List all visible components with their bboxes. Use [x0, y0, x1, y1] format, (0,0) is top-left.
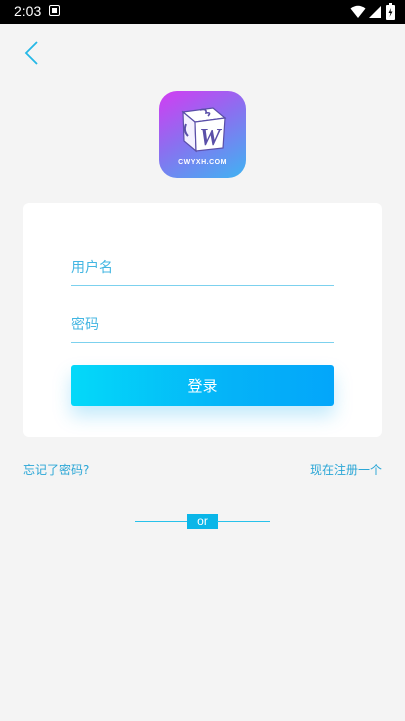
or-divider: or [187, 514, 218, 529]
notification-icon [49, 5, 60, 16]
wifi-icon [350, 5, 366, 18]
logo-text: CWYXH.COM [178, 159, 227, 166]
login-button[interactable]: 登录 [71, 365, 334, 406]
forgot-password-link[interactable]: 忘记了密码? [23, 461, 89, 478]
status-bar: 2:03 [0, 0, 405, 24]
status-time: 2:03 [14, 3, 42, 19]
logo-letter: W [199, 125, 222, 151]
battery-icon [386, 3, 395, 20]
username-field [71, 251, 334, 286]
app-logo: W CWYXH.COM [159, 91, 246, 178]
password-field [71, 308, 334, 343]
password-input[interactable] [71, 308, 334, 342]
register-link[interactable]: 现在注册一个 [310, 461, 382, 478]
signal-icon [369, 6, 381, 18]
divider-line-right [217, 521, 270, 522]
divider-line-left [135, 521, 188, 522]
back-button[interactable] [22, 40, 48, 68]
username-input[interactable] [71, 251, 334, 285]
chevron-left-icon [24, 41, 38, 65]
login-card: 登录 [23, 203, 382, 437]
